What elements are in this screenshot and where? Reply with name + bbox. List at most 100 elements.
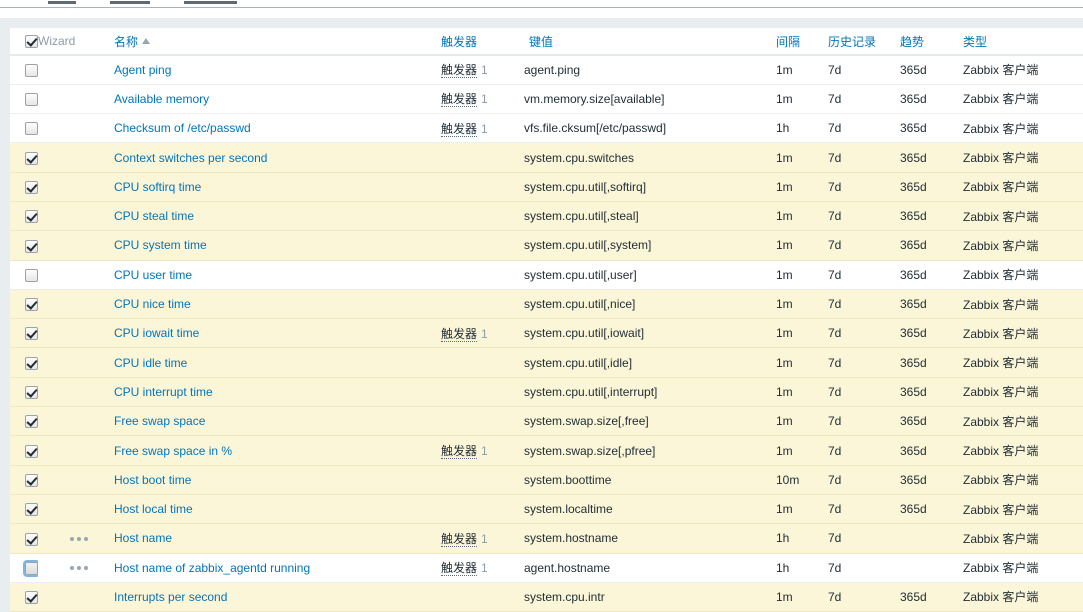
table-row[interactable]: CPU softirq time system.cpu.util[,softirq… [10, 172, 1083, 202]
item-name-link[interactable]: Host local time [106, 502, 193, 516]
row-select-checkbox[interactable] [25, 327, 38, 341]
row-wizard-cell [38, 435, 106, 466]
trigger-link[interactable]: 触发器 [441, 561, 478, 577]
row-interval-cell: 1m [776, 494, 828, 525]
row-select-checkbox[interactable] [25, 181, 38, 194]
item-name-link[interactable]: CPU idle time [106, 356, 187, 370]
wizard-menu-icon[interactable] [70, 561, 91, 574]
row-type-cell: Zabbix 客户端 [963, 318, 1083, 349]
item-name-link[interactable]: CPU interrupt time [106, 385, 213, 399]
table-row[interactable]: CPU iowait time 触发器 1 system.cpu.util[,iowa… [10, 318, 1083, 349]
table-row[interactable]: CPU steal time system.cpu.util[,steal] 1m 7… [10, 201, 1083, 232]
row-select-checkbox[interactable] [25, 591, 38, 605]
row-history-cell: 7d [828, 553, 900, 583]
header-history[interactable]: 历史记录 [828, 28, 900, 56]
row-select-checkbox[interactable] [25, 415, 38, 429]
row-history-cell: 7d [828, 406, 900, 437]
item-name-link[interactable]: Host name of zabbix_agentd running [106, 561, 310, 575]
item-name-link[interactable]: CPU iowait time [106, 326, 199, 340]
row-select-checkbox[interactable] [25, 93, 38, 107]
row-select-checkbox[interactable] [25, 268, 38, 282]
item-name-link[interactable]: Available memory [106, 92, 209, 106]
clipped-text-fragment-3 [184, 1, 237, 4]
row-select-cell [10, 582, 38, 612]
row-select-checkbox[interactable] [25, 532, 38, 546]
table-row[interactable]: Context switches per second system.cpu.sw… [10, 142, 1083, 173]
row-select-checkbox[interactable] [25, 444, 38, 458]
table-row[interactable]: Host name 触发器 1 system.hostname 1h 7d Zabbix 客… [10, 523, 1083, 554]
row-select-checkbox[interactable] [23, 559, 38, 577]
header-history-link[interactable]: 历史记录 [828, 35, 876, 49]
header-name[interactable]: 名称 [106, 28, 436, 56]
row-history-cell: 7d [828, 201, 900, 232]
row-select-checkbox[interactable] [25, 151, 38, 165]
row-select-checkbox[interactable] [25, 64, 38, 78]
row-select-checkbox[interactable] [25, 356, 38, 370]
row-select-checkbox[interactable] [25, 386, 38, 400]
row-select-checkbox[interactable] [25, 210, 38, 224]
wizard-menu-icon[interactable] [70, 531, 91, 544]
trigger-count: 1 [481, 326, 488, 341]
item-name-link[interactable]: CPU nice time [106, 297, 191, 311]
table-row[interactable]: Agent ping 触发器 1 agent.ping 1m 7d 365d Zabbix 客… [10, 55, 1083, 85]
header-triggers[interactable]: 触发器 [436, 28, 524, 56]
item-name-link[interactable]: CPU steal time [106, 209, 194, 223]
item-name-link[interactable]: CPU softirq time [106, 180, 201, 194]
row-name-cell: CPU steal time [106, 201, 436, 232]
trigger-link[interactable]: 触发器 [441, 326, 478, 342]
table-row[interactable]: Free swap space in % 触发器 1 system.swap.size… [10, 435, 1083, 466]
header-trends-link[interactable]: 趋势 [900, 35, 924, 49]
row-select-checkbox[interactable] [25, 122, 38, 136]
row-interval-cell: 1m [776, 172, 828, 202]
header-triggers-link[interactable]: 触发器 [441, 35, 477, 49]
table-row[interactable]: CPU idle time system.cpu.util[,idle] 1m 7d 3… [10, 347, 1083, 378]
row-select-checkbox[interactable] [25, 239, 38, 253]
row-key-cell: agent.ping [524, 55, 776, 85]
header-interval[interactable]: 间隔 [776, 28, 828, 56]
item-name-link[interactable]: Checksum of /etc/passwd [106, 121, 251, 135]
header-key-link[interactable]: 键值 [529, 35, 553, 49]
table-row[interactable]: Host name of zabbix_agentd running 触发器 1 ag… [10, 553, 1083, 583]
row-select-checkbox[interactable] [25, 503, 38, 517]
header-trends[interactable]: 趋势 [900, 28, 963, 56]
select-all-checkbox[interactable] [25, 35, 38, 49]
row-key-cell: system.cpu.util[,interrupt] [524, 377, 776, 408]
items-table: Wizard 名称 触发器 键值 间隔 历史记录 趋势 类型 Agent pin… [10, 28, 1083, 612]
row-wizard-cell [38, 582, 106, 612]
table-row[interactable]: CPU system time system.cpu.util[,system] 1… [10, 230, 1083, 261]
row-select-checkbox[interactable] [25, 298, 38, 312]
item-name-link[interactable]: CPU user time [106, 268, 192, 282]
header-key[interactable]: 键值 [524, 28, 776, 56]
table-row[interactable]: CPU user time system.cpu.util[,user] 1m 7d 3… [10, 260, 1083, 290]
table-row[interactable]: CPU interrupt time system.cpu.util[,inter… [10, 377, 1083, 408]
item-name-link[interactable]: Context switches per second [106, 151, 267, 165]
header-type-link[interactable]: 类型 [963, 35, 987, 49]
row-select-checkbox[interactable] [25, 473, 38, 487]
header-interval-link[interactable]: 间隔 [776, 35, 800, 49]
row-select-cell [10, 435, 38, 466]
item-name-link[interactable]: CPU system time [106, 238, 207, 252]
table-row[interactable]: Free swap space system.swap.size[,free] 1m… [10, 406, 1083, 437]
item-name-link[interactable]: Agent ping [106, 63, 171, 77]
row-type-cell: Zabbix 客户端 [963, 260, 1083, 290]
row-interval-cell: 1m [776, 230, 828, 261]
item-name-link[interactable]: Free swap space [106, 414, 205, 428]
row-triggers-cell [436, 377, 524, 408]
trigger-link[interactable]: 触发器 [441, 63, 478, 79]
table-row[interactable]: Interrupts per second system.cpu.intr 1m 7d… [10, 582, 1083, 612]
trigger-link[interactable]: 触发器 [441, 444, 478, 459]
trigger-link[interactable]: 触发器 [441, 92, 478, 108]
item-name-link[interactable]: Free swap space in % [106, 444, 232, 458]
item-name-link[interactable]: Host name [106, 531, 172, 545]
trigger-link[interactable]: 触发器 [441, 121, 478, 137]
header-type[interactable]: 类型 [963, 28, 1083, 56]
table-row[interactable]: Available memory 触发器 1 vm.memory.size[avail… [10, 84, 1083, 115]
table-row[interactable]: Checksum of /etc/passwd 触发器 1 vfs.file.cksu… [10, 113, 1083, 144]
trigger-link[interactable]: 触发器 [441, 531, 478, 547]
table-row[interactable]: CPU nice time system.cpu.util[,nice] 1m 7d 3… [10, 289, 1083, 320]
table-row[interactable]: Host local time system.localtime 1m 7d 365d Z… [10, 494, 1083, 525]
item-name-link[interactable]: Host boot time [106, 473, 191, 487]
item-name-link[interactable]: Interrupts per second [106, 590, 227, 604]
table-row[interactable]: Host boot time system.boottime 10m 7d 365d Za… [10, 465, 1083, 495]
header-name-link[interactable]: 名称 [114, 35, 138, 49]
